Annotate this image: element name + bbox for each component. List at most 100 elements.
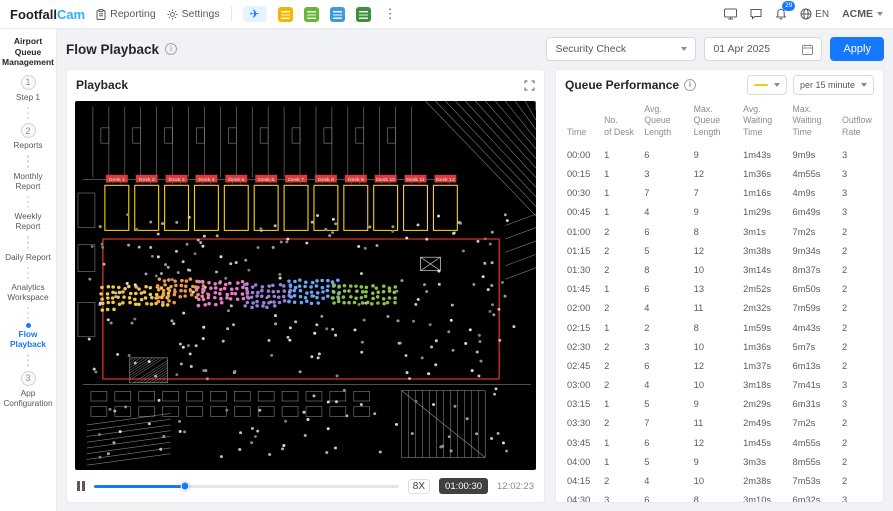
table-row: 02:30 2 3 10 1m36s 5m7s 2 [565, 337, 874, 356]
table-cell: 2 [841, 245, 848, 256]
table-cell: 7 [644, 418, 650, 429]
table-cell: 9m34s [792, 245, 821, 256]
table-cell: 03:15 [567, 399, 591, 410]
table-cell: 03:00 [567, 380, 591, 391]
playback-title: Playback [76, 78, 129, 92]
table-cell: 9 [693, 207, 699, 218]
step-2[interactable]: 2 Reports [13, 123, 43, 151]
reporting-icon [96, 8, 106, 20]
app-icon-3[interactable] [329, 6, 345, 22]
svg-text:Desk 4: Desk 4 [198, 177, 214, 183]
chat-icon[interactable] [750, 8, 762, 20]
org-selector[interactable]: ACME [842, 8, 883, 20]
monitor-icon[interactable] [724, 8, 738, 20]
sidebar-item-weekly-report[interactable]: Weekly Report [2, 211, 54, 232]
app-icon-2[interactable] [303, 6, 319, 22]
speed-button[interactable]: 8X [407, 478, 431, 494]
column-header: Avg. Queue Length [644, 104, 672, 137]
table-cell: 6 [644, 284, 650, 295]
table-cell: 1 [604, 207, 610, 218]
table-row: 02:45 2 6 12 1m37s 6m13s 2 [565, 356, 874, 375]
sidebar-item-flow-playback[interactable]: Flow Playback [2, 323, 54, 350]
interval-select[interactable]: per 15 minute [792, 75, 874, 95]
step-1[interactable]: 1 Step 1 [16, 74, 40, 103]
nav-reporting[interactable]: Reporting [96, 8, 156, 20]
svg-text:Desk 2: Desk 2 [139, 177, 155, 183]
step-3[interactable]: 3 App Configuration [2, 370, 54, 409]
date-picker[interactable]: 01 Apr 2025 [704, 37, 823, 61]
pause-button[interactable] [77, 481, 85, 491]
table-cell: 2 [841, 360, 848, 371]
sidebar-item-analytics-workspace[interactable]: Analytics Workspace [2, 282, 54, 303]
table-cell: 6m50s [792, 284, 821, 295]
table-cell: 2m29s [743, 399, 772, 410]
table-cell: 13 [693, 284, 705, 295]
info-icon[interactable]: i [165, 43, 178, 55]
sidebar: Airport Queue Management 1 Step 1 2 Repo… [0, 29, 57, 511]
table-cell: 7 [693, 188, 699, 199]
logo-text-footfall: Footfall [10, 6, 57, 22]
info-icon[interactable]: i [684, 79, 697, 91]
table-cell: 10 [693, 476, 705, 487]
table-cell: 7 [644, 188, 650, 199]
table-cell: 8 [693, 495, 699, 502]
chevron-down-icon [861, 83, 867, 87]
apply-button[interactable]: Apply [830, 37, 884, 61]
step-3-circle[interactable]: 3 [20, 370, 36, 386]
zone-select[interactable]: Security Check [546, 37, 697, 61]
notifications-bell-icon[interactable]: 29 [775, 1, 796, 20]
step-1-circle[interactable]: 1 [20, 74, 36, 90]
app-icon-1[interactable] [277, 6, 293, 22]
playback-slider[interactable] [93, 481, 399, 491]
table-cell: 2 [841, 303, 848, 314]
table-cell: 3 [841, 399, 848, 410]
table-cell: 2 [604, 360, 610, 371]
table-cell: 00:00 [567, 149, 591, 160]
table-cell: 4 [644, 207, 650, 218]
airplane-app-icon[interactable]: ✈ [242, 6, 267, 22]
table-cell: 3m14s [743, 264, 772, 275]
app-logo[interactable]: FootfallCam [10, 7, 85, 22]
more-apps-icon[interactable]: ⋮ [382, 6, 399, 22]
step-connector [26, 354, 30, 367]
step-2-circle[interactable]: 2 [20, 123, 36, 139]
table-cell: 2 [644, 322, 650, 333]
svg-text:Desk 12: Desk 12 [436, 177, 455, 183]
elapsed-time-badge: 01:00:30 [439, 478, 489, 494]
table-cell: 1 [604, 169, 610, 180]
series-select[interactable] [746, 75, 787, 95]
zone-select-value: Security Check [555, 43, 627, 55]
table-cell: 5 [644, 399, 650, 410]
sidebar-item-monthly-report[interactable]: Monthly Report [2, 171, 54, 192]
table-row: 03:30 2 7 11 2m49s 7m2s 2 [565, 414, 874, 433]
table-cell: 3 [841, 207, 848, 218]
table-cell: 2 [841, 341, 848, 352]
step-3-label: App Configuration [3, 387, 53, 408]
svg-text:Desk 3: Desk 3 [169, 177, 185, 183]
table-cell: 3m1s [743, 226, 766, 237]
table-cell: 1 [604, 437, 610, 448]
language-selector[interactable]: EN [800, 8, 829, 20]
table-cell: 12 [693, 169, 705, 180]
table-cell: 7m41s [792, 380, 821, 391]
nav-settings[interactable]: Settings [167, 8, 220, 20]
progress-handle[interactable] [180, 481, 190, 491]
table-cell: 3 [841, 380, 848, 391]
table-cell: 10 [693, 264, 705, 275]
main-content: Flow Playback i Security Check 01 Apr 20… [57, 29, 893, 511]
column-header: Max. Queue Length [693, 104, 721, 137]
fullscreen-icon[interactable] [524, 80, 535, 91]
table-cell: 6 [644, 495, 650, 502]
table-cell: 3m38s [743, 245, 772, 256]
floorplan-canvas[interactable]: Desk 1 Desk 2 Desk 3 Desk 4 Desk 5 Desk 6 Desk… [75, 101, 536, 470]
table-cell: 3 [841, 149, 848, 160]
language-label: EN [815, 8, 830, 20]
table-row: 04:30 3 6 8 3m10s 6m32s 3 [565, 491, 874, 502]
table-cell: 3m10s [743, 495, 772, 502]
app-icon-4[interactable] [355, 6, 371, 22]
table-cell: 2 [841, 226, 848, 237]
table-cell: 4 [644, 476, 650, 487]
table-cell: 04:00 [567, 456, 591, 467]
sidebar-item-daily-report[interactable]: Daily Report [5, 252, 51, 263]
table-cell: 1m43s [743, 149, 772, 160]
